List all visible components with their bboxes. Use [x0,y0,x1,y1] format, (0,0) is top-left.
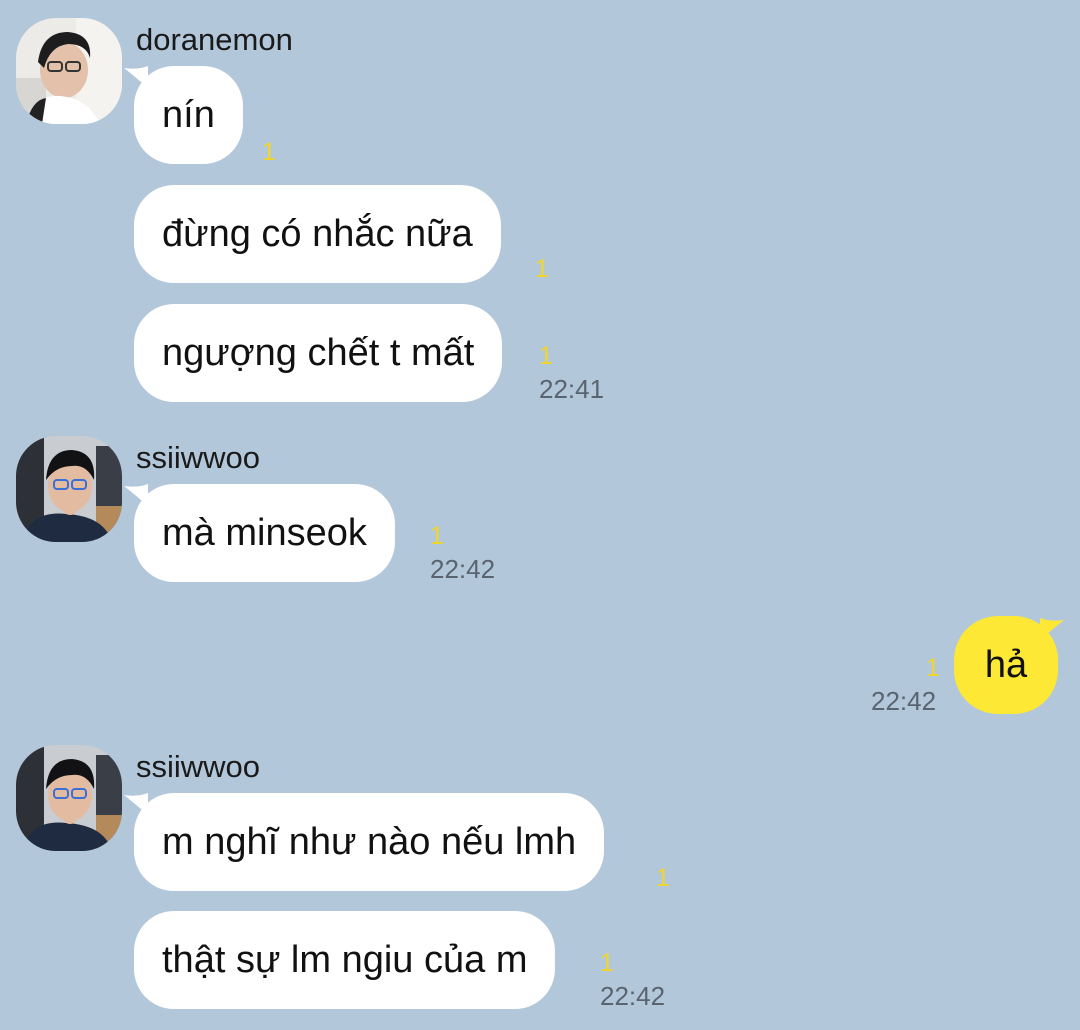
avatar-doranemon[interactable] [16,18,122,124]
avatar-photo-icon [16,436,122,542]
unread-count: 1 [926,654,940,682]
my-message-bubble[interactable]: hả [954,616,1058,714]
message-bubble[interactable]: nín [134,66,243,164]
message-time: 22:42 [430,554,496,584]
message-bubble[interactable]: mà minseok [134,484,395,582]
message-bubble[interactable]: thật sự lm ngiu của m [134,911,556,1009]
message-time: 22:41 [539,374,605,404]
avatar-photo-icon [16,745,122,851]
message-bubble[interactable]: ngượng chết t mất [134,304,503,402]
message-bubble[interactable]: đừng có nhắc nữa [134,185,501,283]
sender-name: ssiiwwoo [136,440,261,475]
avatar-ssiiwwoo[interactable] [16,745,122,851]
unread-count: 1 [430,522,444,550]
unread-count: 1 [535,255,549,283]
unread-count: 1 [539,342,553,370]
avatar-photo-icon [16,18,122,124]
unread-count: 1 [600,949,614,977]
unread-count: 1 [656,864,670,892]
sender-name: doranemon [136,22,293,57]
message-time: 22:42 [600,981,666,1011]
unread-count: 1 [262,138,276,166]
message-time: 22:42 [871,686,937,716]
avatar-ssiiwwoo[interactable] [16,436,122,542]
sender-name: ssiiwwoo [136,749,261,784]
message-bubble[interactable]: m nghĩ như nào nếu lmh [134,793,605,891]
